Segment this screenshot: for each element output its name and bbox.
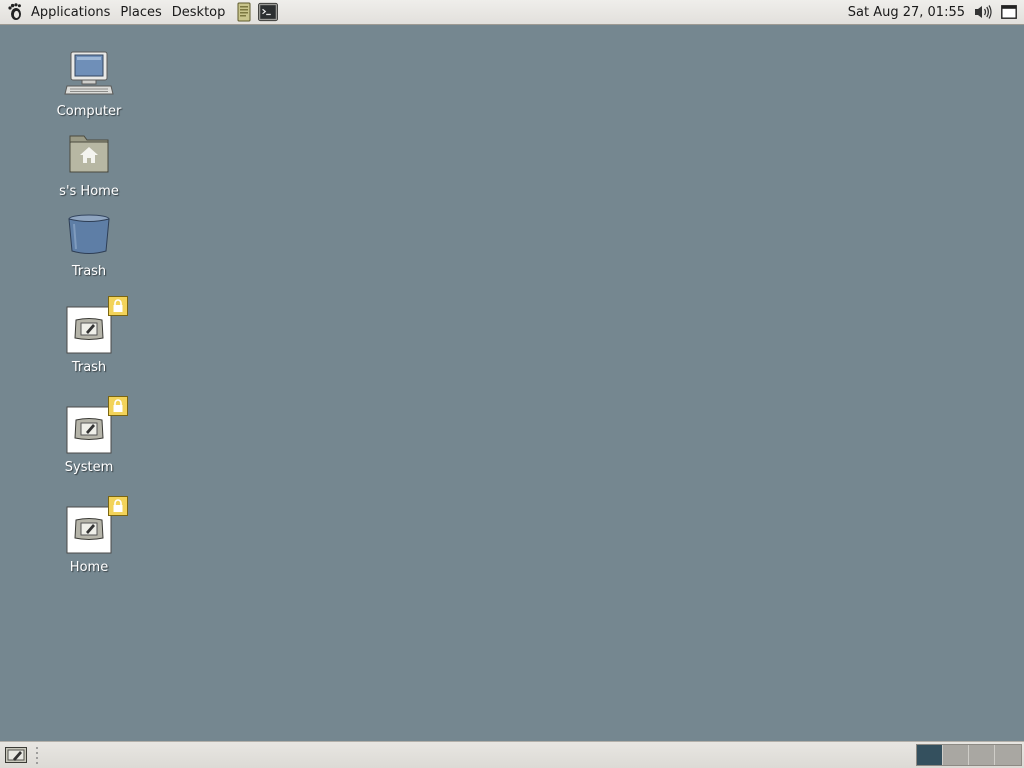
- workspace-4[interactable]: [995, 745, 1021, 765]
- workspace-switcher[interactable]: [916, 744, 1022, 766]
- desktop-icon-trash-launcher[interactable]: Trash: [41, 296, 137, 375]
- terminal-icon: [258, 2, 279, 22]
- volume-icon[interactable]: [972, 1, 994, 23]
- desktop-icon-label: Trash: [71, 360, 107, 375]
- home-folder-icon: [64, 130, 114, 180]
- gnome-foot-icon[interactable]: [4, 1, 26, 23]
- clock[interactable]: Sat Aug 27, 01:55: [841, 0, 972, 25]
- workspace-2[interactable]: [943, 745, 969, 765]
- lock-icon: [108, 496, 128, 516]
- panel-drag-handle[interactable]: [34, 745, 40, 765]
- desktop-menu[interactable]: Desktop: [167, 0, 231, 25]
- bottom-panel: [0, 741, 1024, 768]
- trash-icon: [64, 210, 114, 260]
- top-panel: Applications Places Desktop Sat Aug 27, …: [0, 0, 1024, 25]
- desktop-icon-label: s's Home: [59, 184, 119, 199]
- workspace-1[interactable]: [917, 745, 943, 765]
- text-editor-launcher[interactable]: [234, 2, 254, 22]
- locked-launcher-icon: [64, 396, 128, 456]
- terminal-launcher[interactable]: [258, 2, 279, 22]
- locked-launcher-icon: [64, 496, 128, 556]
- text-editor-icon: [237, 2, 251, 22]
- desktop-icon-home-folder[interactable]: s's Home: [41, 130, 137, 199]
- places-menu[interactable]: Places: [115, 0, 166, 25]
- desktop-icon-label: Trash: [71, 264, 107, 279]
- desktop-icon-label: System: [64, 460, 114, 475]
- desktop-icon-trash[interactable]: Trash: [41, 210, 137, 279]
- applications-menu[interactable]: Applications: [26, 0, 115, 25]
- desktop-area[interactable]: Computer s's Home Trash Trash System Hom…: [0, 26, 1024, 740]
- desktop-icon-label: Computer: [56, 104, 122, 119]
- desktop-icon-label: Home: [69, 560, 109, 575]
- workspace-3[interactable]: [969, 745, 995, 765]
- desktop-icon-computer[interactable]: Computer: [41, 50, 137, 119]
- desktop-icon-system-launcher[interactable]: System: [41, 396, 137, 475]
- window-list-icon[interactable]: [998, 1, 1020, 23]
- lock-icon: [108, 396, 128, 416]
- lock-icon: [108, 296, 128, 316]
- computer-icon: [64, 50, 114, 100]
- desktop-icon-home-launcher[interactable]: Home: [41, 496, 137, 575]
- show-desktop-icon: [5, 747, 27, 763]
- show-desktop-button[interactable]: [3, 744, 29, 766]
- locked-launcher-icon: [64, 296, 128, 356]
